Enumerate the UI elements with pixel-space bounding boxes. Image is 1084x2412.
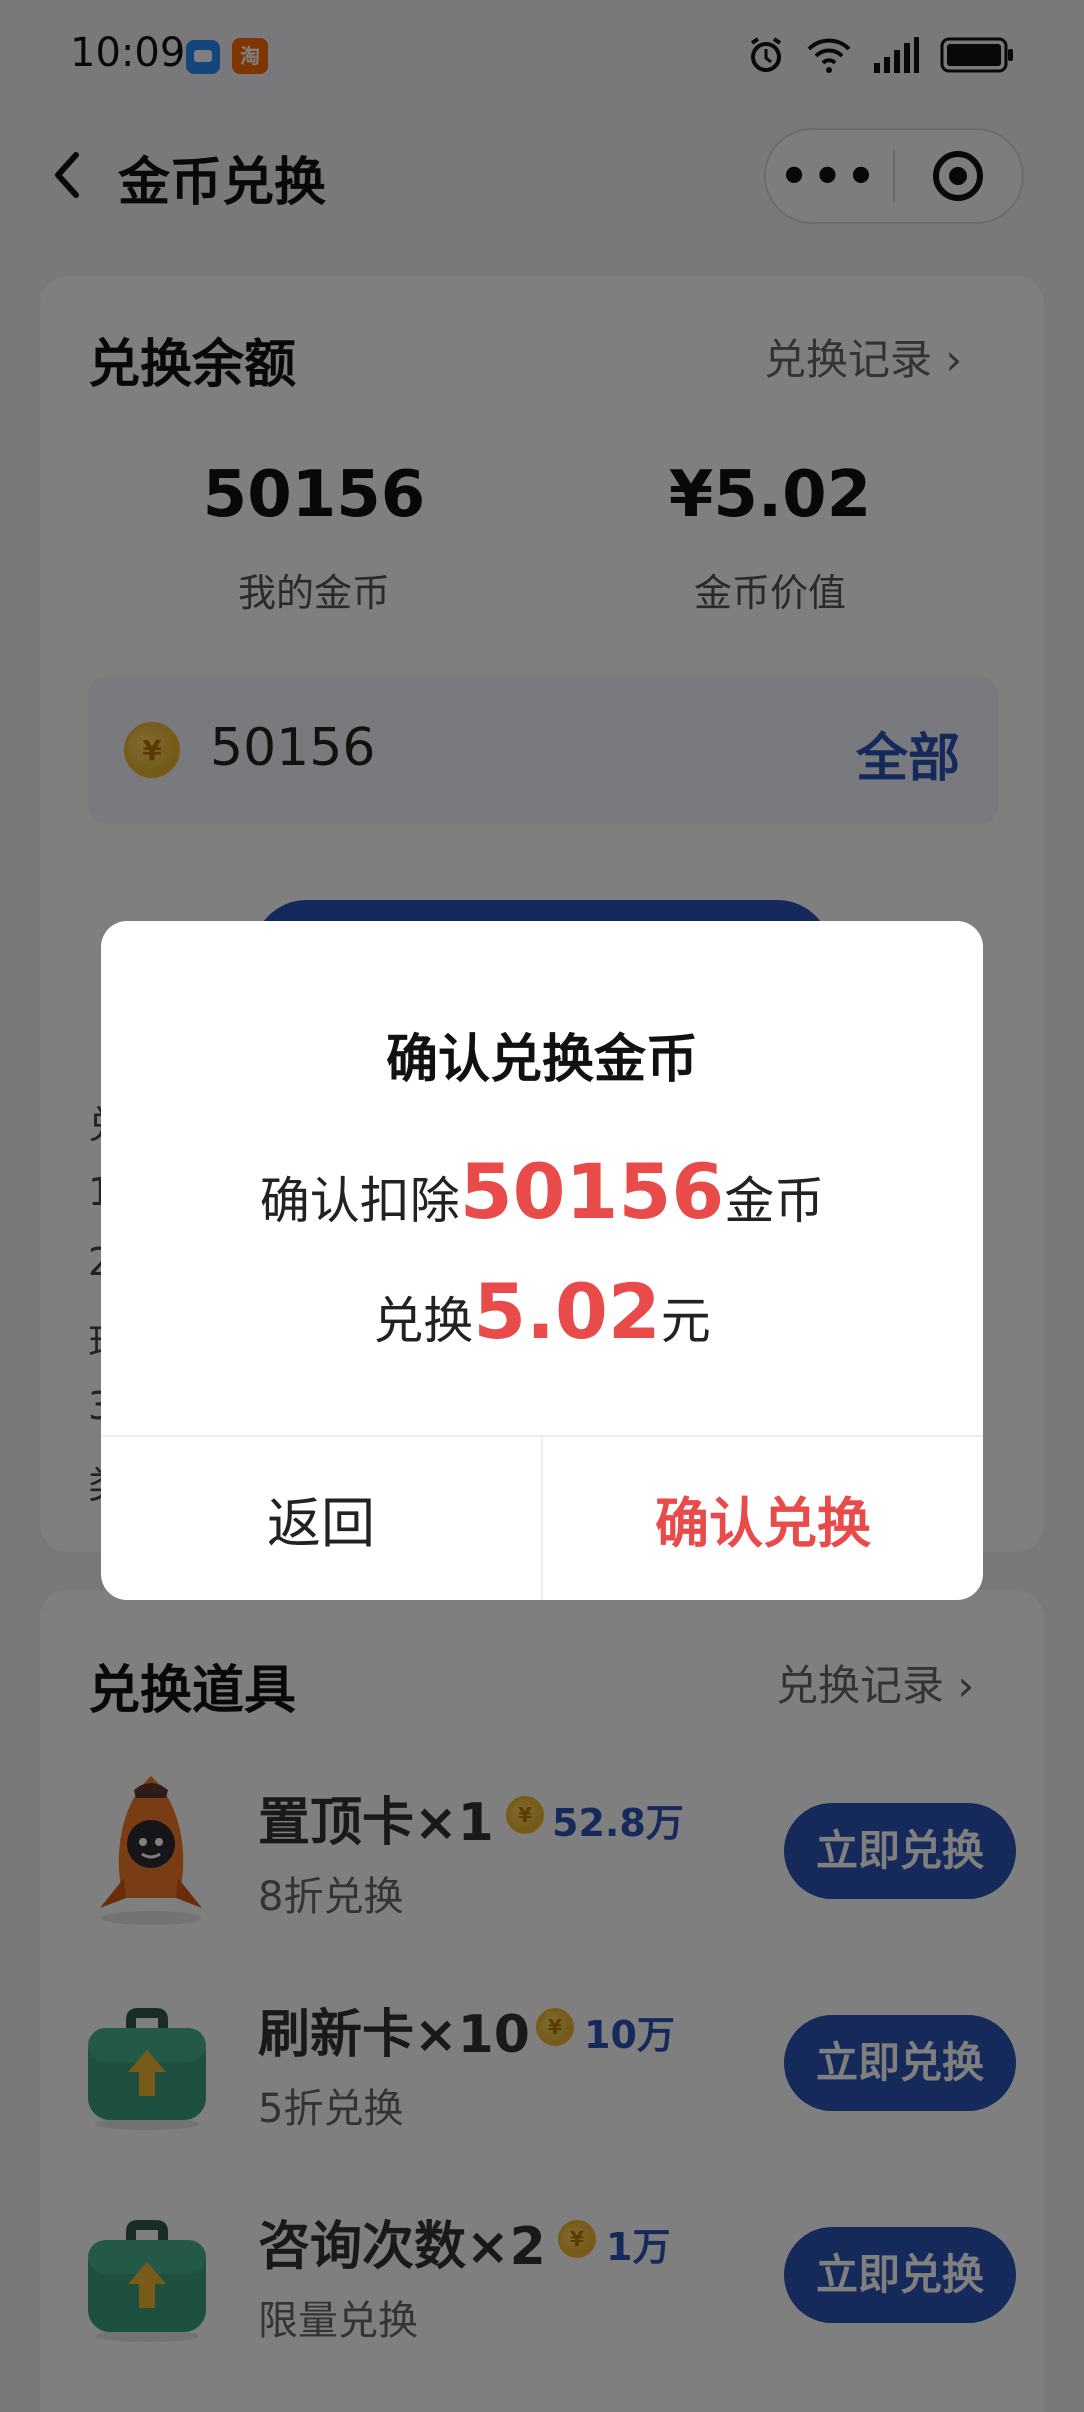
dialog-back-button[interactable]: 返回	[101, 1437, 543, 1600]
dialog-deduct-line: 确认扣除50156金币	[101, 1147, 983, 1236]
confirm-dialog: 确认兑换金币 确认扣除50156金币 兑换5.02元 返回 确认兑换	[101, 921, 983, 1600]
exchange-amount: 5.02	[473, 1267, 661, 1356]
deduct-prefix: 确认扣除	[259, 1172, 460, 1230]
exchange-suffix: 元	[660, 1292, 711, 1350]
exchange-prefix: 兑换	[373, 1292, 474, 1350]
deduct-amount: 50156	[459, 1147, 725, 1236]
dialog-title: 确认兑换金币	[385, 1030, 698, 1090]
dialog-exchange-line: 兑换5.02元	[101, 1267, 983, 1356]
deduct-suffix: 金币	[724, 1172, 825, 1230]
dialog-footer: 返回 确认兑换	[101, 1435, 983, 1600]
dialog-confirm-button[interactable]: 确认兑换	[543, 1437, 983, 1600]
